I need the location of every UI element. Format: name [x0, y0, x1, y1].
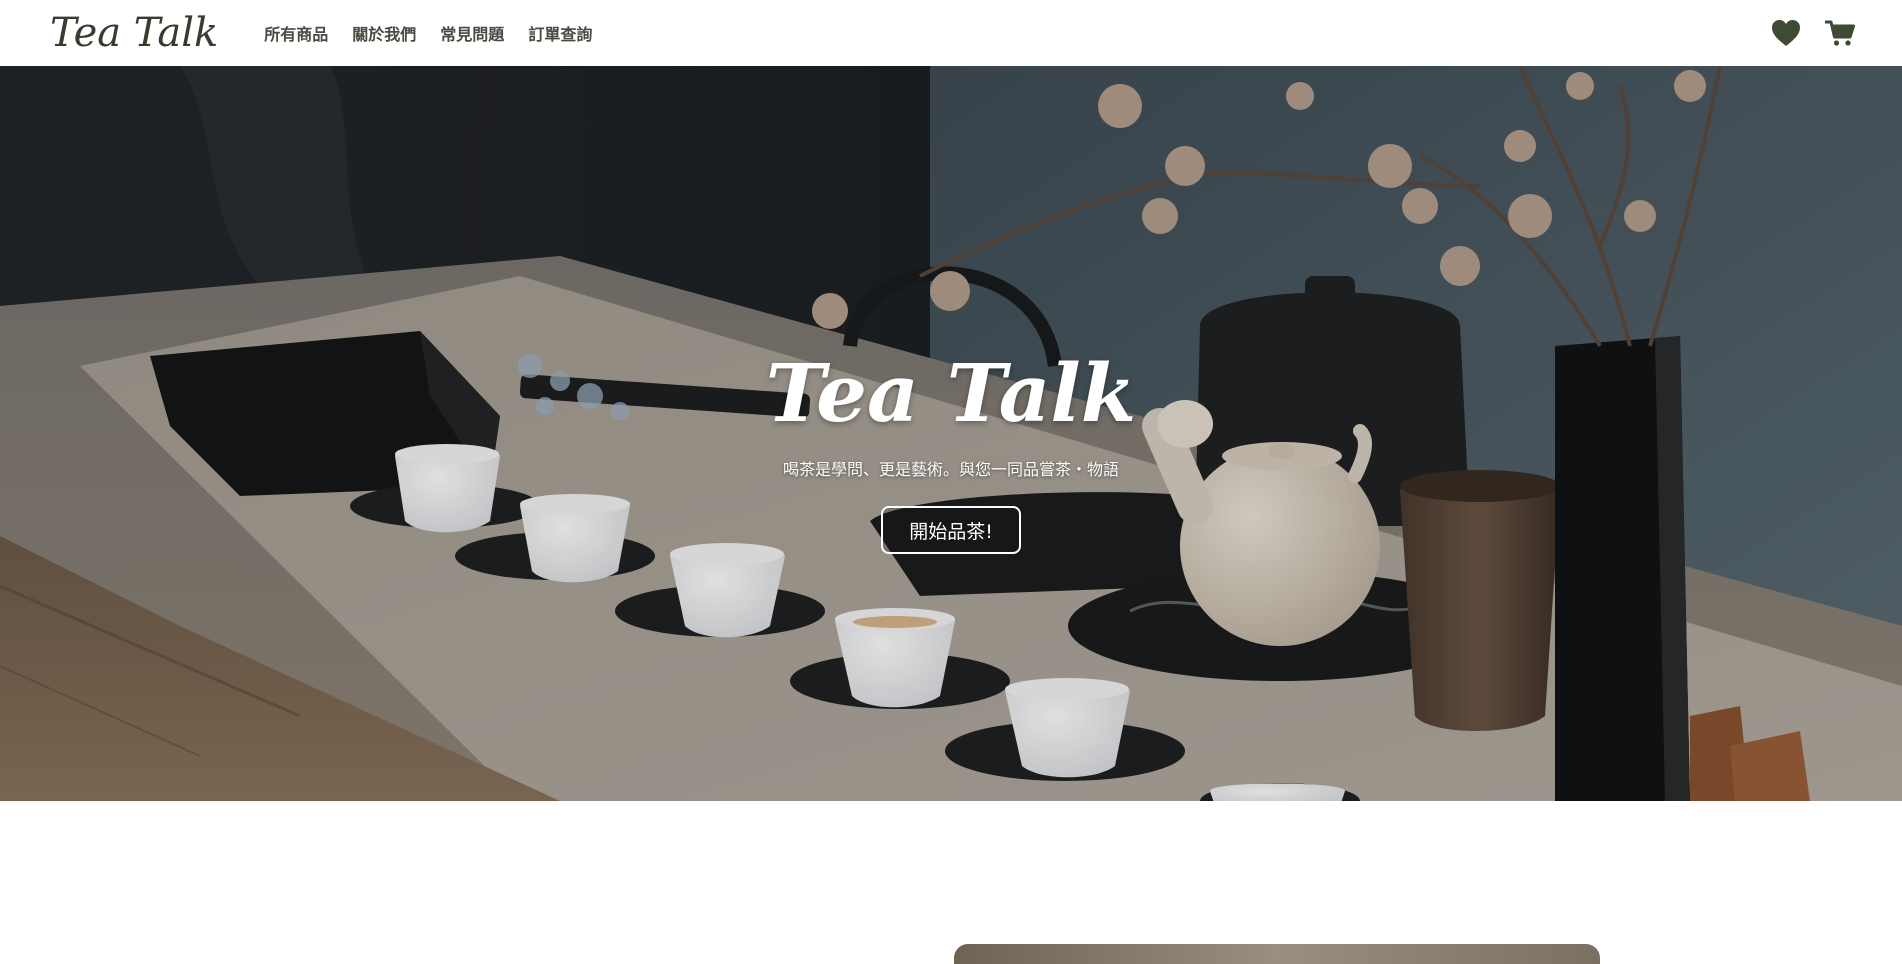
main-nav: 所有商品 關於我們 常見問題 訂單查詢: [264, 21, 592, 45]
top-navbar: Tea Talk 所有商品 關於我們 常見問題 訂單查詢: [0, 0, 1902, 66]
start-tasting-button[interactable]: 開始品茶!: [881, 506, 1021, 554]
nav-icon-group: [1770, 17, 1856, 49]
cart-icon[interactable]: [1824, 17, 1856, 49]
feature-image-top: [954, 944, 1600, 964]
brand-logo[interactable]: Tea Talk: [50, 0, 218, 66]
hero-content: Tea Talk 喝茶是學問、更是藝術。與您一同品嘗茶・物語 開始品茶!: [0, 66, 1902, 801]
nav-link-order-lookup[interactable]: 訂單查詢: [528, 21, 592, 45]
nav-link-faq[interactable]: 常見問題: [440, 21, 504, 45]
hero-subtitle: 喝茶是學問、更是藝術。與您一同品嘗茶・物語: [782, 460, 1119, 479]
nav-link-all-products[interactable]: 所有商品: [264, 21, 328, 45]
nav-link-about-us[interactable]: 關於我們: [352, 21, 416, 45]
hero-banner: Tea Talk 喝茶是學問、更是藝術。與您一同品嘗茶・物語 開始品茶!: [0, 66, 1902, 801]
hero-title: Tea Talk: [765, 346, 1137, 440]
heart-icon[interactable]: [1770, 17, 1802, 49]
